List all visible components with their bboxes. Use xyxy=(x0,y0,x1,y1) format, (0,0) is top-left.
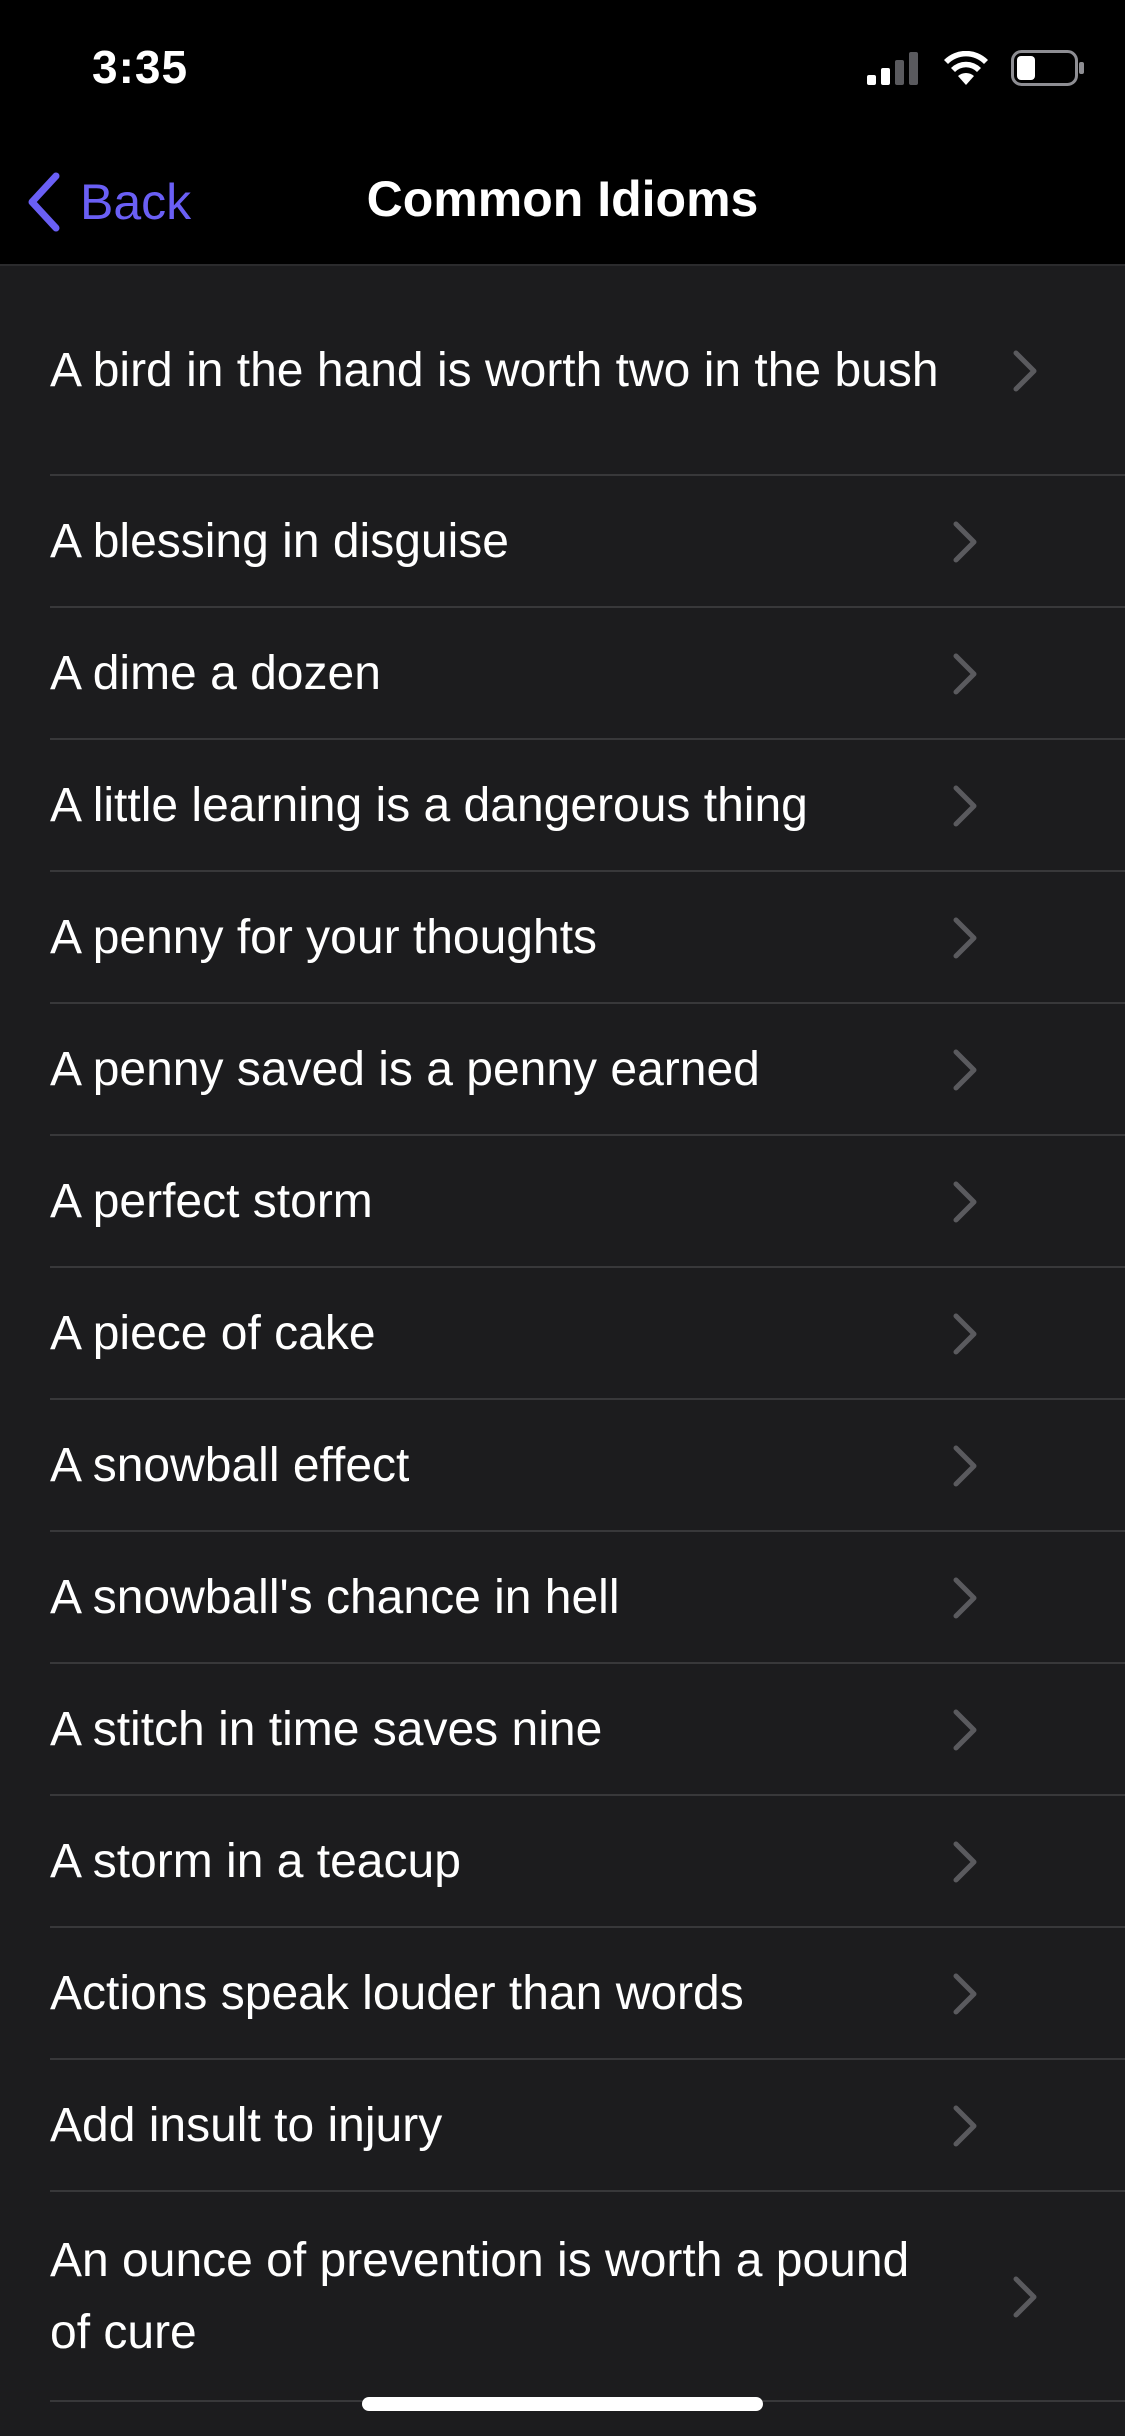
list-item[interactable]: An ounce of prevention is worth a pound … xyxy=(0,2192,1125,2402)
list-item-label: A storm in a teacup xyxy=(50,1835,461,1888)
list-item-label: Add insult to injury xyxy=(50,2099,443,2152)
list-item-label: A snowball effect xyxy=(50,1439,410,1492)
list-item[interactable]: A snowball effect xyxy=(0,1400,1125,1532)
list-item[interactable]: A piece of cake xyxy=(0,1268,1125,1400)
chevron-right-icon xyxy=(953,1841,977,1883)
list-item-label: A perfect storm xyxy=(50,1175,373,1228)
chevron-right-icon xyxy=(1013,350,1037,392)
chevron-right-icon xyxy=(953,1181,977,1223)
page-title: Common Idioms xyxy=(366,171,759,227)
list-item[interactable]: Add insult to injury xyxy=(0,2060,1125,2192)
chevron-right-icon xyxy=(953,1973,977,2015)
list-item-label: An ounce of prevention is worth a pound … xyxy=(50,2234,910,2359)
list-item[interactable]: A penny saved is a penny earned xyxy=(0,1004,1125,1136)
list-item-label: Actions speak louder than words xyxy=(50,1967,744,2020)
list-item[interactable]: A bird in the hand is worth two in the b… xyxy=(0,266,1125,476)
status-bar: 3:35 xyxy=(0,0,1125,140)
chevron-right-icon xyxy=(953,785,977,827)
list-item[interactable]: A blessing in disguise xyxy=(0,476,1125,608)
chevron-right-icon xyxy=(953,917,977,959)
chevron-right-icon xyxy=(1013,2276,1037,2318)
cellular-signal-icon xyxy=(867,52,918,85)
list-item[interactable]: Actions speak louder than words xyxy=(0,1928,1125,2060)
home-indicator[interactable] xyxy=(362,2397,763,2411)
status-time: 3:35 xyxy=(92,41,189,93)
battery-icon xyxy=(1011,50,1084,86)
list-item-label: A snowball's chance in hell xyxy=(50,1571,620,1624)
list-item-label: A piece of cake xyxy=(50,1307,376,1360)
list-item-label: A blessing in disguise xyxy=(50,515,509,568)
list-item[interactable]: A dime a dozen xyxy=(0,608,1125,740)
chevron-right-icon xyxy=(953,521,977,563)
chevron-right-icon xyxy=(953,653,977,695)
list-item[interactable]: A snowball's chance in hell xyxy=(0,1532,1125,1664)
wifi-icon xyxy=(944,51,988,85)
chevron-right-icon xyxy=(953,1577,977,1619)
idiom-list: A bird in the hand is worth two in the b… xyxy=(0,266,1125,2436)
list-item-label: A penny for your thoughts xyxy=(50,911,598,964)
chevron-right-icon xyxy=(953,1049,977,1091)
chevron-right-icon xyxy=(953,1709,977,1751)
list-item-label: A bird in the hand is worth two in the b… xyxy=(50,344,939,397)
list-item-label: A stitch in time saves nine xyxy=(50,1703,603,1756)
chevron-right-icon xyxy=(953,1445,977,1487)
status-icons xyxy=(867,50,1085,86)
chevron-right-icon xyxy=(953,1313,977,1355)
list-item[interactable]: A stitch in time saves nine xyxy=(0,1664,1125,1796)
list-item-label: A little learning is a dangerous thing xyxy=(50,779,808,832)
list-item[interactable]: A little learning is a dangerous thing xyxy=(0,740,1125,872)
list-item[interactable]: A storm in a teacup xyxy=(0,1796,1125,1928)
list-item[interactable]: A perfect storm xyxy=(0,1136,1125,1268)
list-item-label: A dime a dozen xyxy=(50,647,381,700)
list-item-label: A penny saved is a penny earned xyxy=(50,1043,760,1096)
list-item[interactable]: A penny for your thoughts xyxy=(0,872,1125,1004)
chevron-right-icon xyxy=(953,2105,977,2147)
navigation-bar: Back Common Idioms xyxy=(0,140,1125,266)
